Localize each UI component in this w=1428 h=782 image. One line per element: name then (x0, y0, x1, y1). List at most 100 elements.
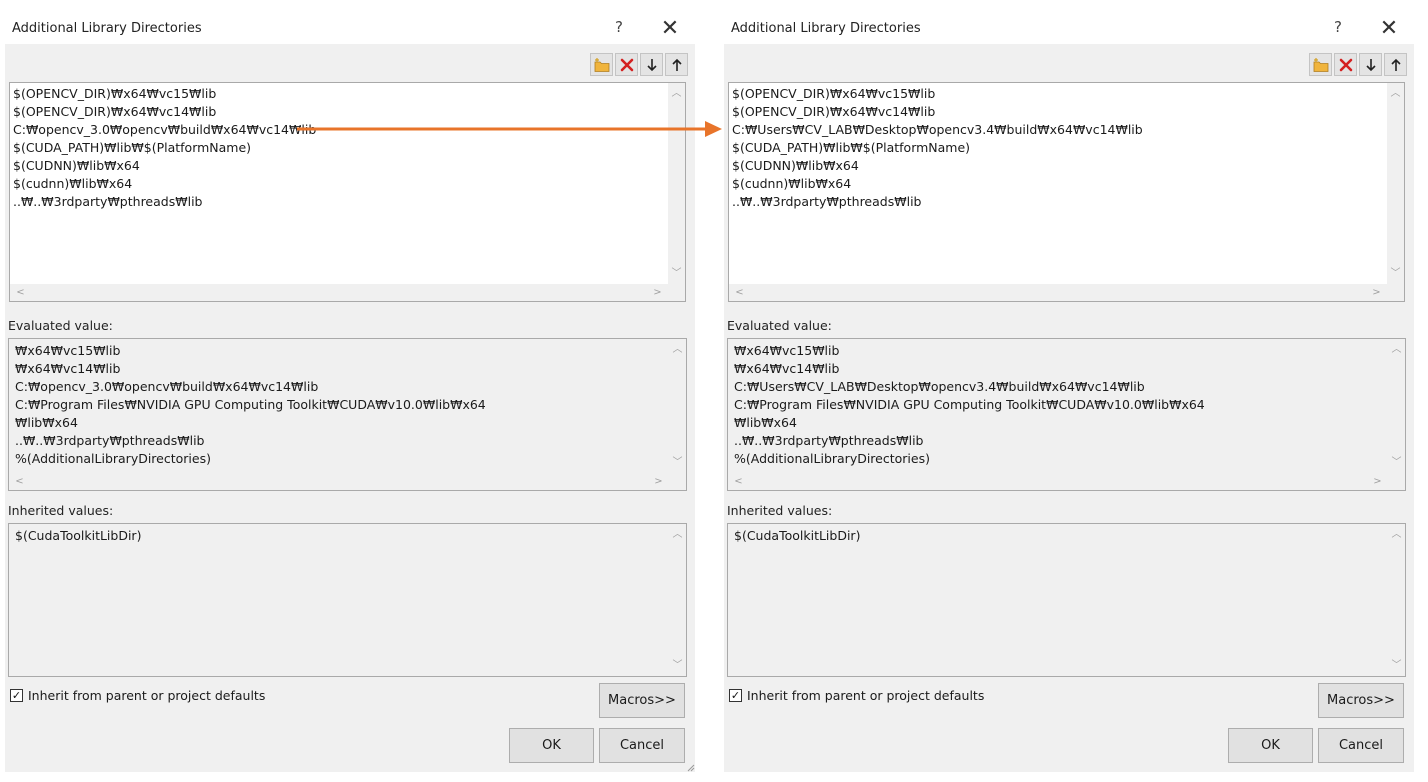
list-item[interactable]: $(CUDNN)₩lib₩x64 (732, 157, 1384, 175)
move-up-icon (1390, 58, 1401, 71)
left-dialog: Additional Library Directories ? ✕ $(OPE… (5, 0, 695, 772)
move-down-icon (1365, 58, 1376, 71)
inherit-checkbox[interactable]: ✓ (729, 689, 742, 702)
horizontal-scrollbar[interactable]: < > (9, 473, 669, 490)
horizontal-scrollbar[interactable]: < > (729, 284, 1387, 301)
list-item[interactable]: C:₩opencv_3.0₩opencv₩build₩x64₩vc14₩lib (13, 121, 665, 139)
delete-icon (620, 58, 633, 71)
delete-icon (1339, 58, 1352, 71)
inherit-checkbox-label[interactable]: Inherit from parent or project defaults (747, 688, 984, 703)
move-up-button[interactable] (665, 53, 688, 76)
list-item[interactable]: $(OPENCV_DIR)₩x64₩vc14₩lib (13, 103, 665, 121)
vertical-scrollbar[interactable]: ︿ ﹀ (1387, 83, 1404, 284)
cancel-button[interactable]: Cancel (599, 728, 685, 763)
list-item[interactable]: $(OPENCV_DIR)₩x64₩vc14₩lib (732, 103, 1384, 121)
scrollbar-corner (1387, 284, 1404, 301)
scroll-left-icon[interactable]: < (12, 284, 29, 301)
list-item[interactable]: $(CUDA_PATH)₩lib₩$(PlatformName) (732, 139, 1384, 157)
evaluated-line: C:₩opencv_3.0₩opencv₩build₩x64₩vc14₩lib (15, 379, 319, 394)
list-item[interactable]: ..₩..₩3rdparty₩pthreads₩lib (13, 193, 665, 211)
close-icon[interactable]: ✕ (655, 14, 685, 44)
directory-toolbar (590, 53, 688, 77)
right-dialog: Additional Library Directories ? ✕ $(OPE… (724, 0, 1414, 772)
new-line-button[interactable] (590, 53, 613, 76)
move-down-icon (646, 58, 657, 71)
checkmark-icon: ✓ (730, 689, 741, 702)
help-button[interactable]: ? (609, 18, 629, 40)
new-line-icon (594, 57, 609, 72)
new-line-button[interactable] (1309, 53, 1332, 76)
evaluated-line: %(AdditionalLibraryDirectories) (15, 451, 211, 466)
delete-button[interactable] (615, 53, 638, 76)
evaluated-line: C:₩Program Files₩NVIDIA GPU Computing To… (734, 397, 1205, 412)
scrollbar-corner (668, 284, 685, 301)
move-down-button[interactable] (1359, 53, 1382, 76)
list-item[interactable]: $(OPENCV_DIR)₩x64₩vc15₩lib (732, 85, 1384, 103)
evaluated-line: C:₩Users₩CV_LAB₩Desktop₩opencv3.4₩build₩… (734, 379, 1145, 394)
scroll-down-icon[interactable]: ﹀ (1387, 265, 1404, 282)
scroll-right-icon[interactable]: > (1368, 284, 1385, 301)
list-item[interactable]: ..₩..₩3rdparty₩pthreads₩lib (732, 193, 1384, 211)
scroll-left-icon[interactable]: < (731, 284, 748, 301)
move-down-button[interactable] (640, 53, 663, 76)
scroll-down-icon[interactable]: ﹀ (668, 265, 685, 282)
horizontal-scrollbar[interactable]: < > (10, 284, 668, 301)
scroll-left-icon[interactable]: < (730, 473, 747, 490)
inherited-values-box: $(CudaToolkitLibDir) ︿ ﹀ (727, 523, 1406, 677)
macros-button[interactable]: Macros>> (599, 683, 685, 718)
evaluated-line: %(AdditionalLibraryDirectories) (734, 451, 930, 466)
scroll-down-icon[interactable]: ﹀ (1388, 657, 1405, 674)
list-item[interactable]: $(cudnn)₩lib₩x64 (732, 175, 1384, 193)
vertical-scrollbar[interactable]: ︿ ﹀ (669, 339, 686, 473)
list-item[interactable]: $(cudnn)₩lib₩x64 (13, 175, 665, 193)
dialog-title: Additional Library Directories (731, 21, 921, 36)
horizontal-scrollbar[interactable]: < > (728, 473, 1388, 490)
evaluated-value-box: ₩x64₩vc15₩lib ₩x64₩vc14₩lib C:₩Users₩CV_… (727, 338, 1406, 491)
help-button[interactable]: ? (1328, 18, 1348, 40)
inherited-line: $(CudaToolkitLibDir) (734, 528, 861, 543)
list-item[interactable]: $(CUDNN)₩lib₩x64 (13, 157, 665, 175)
title-bar: Additional Library Directories ? ✕ (5, 0, 695, 44)
scroll-right-icon[interactable]: > (1369, 473, 1386, 490)
directories-list[interactable]: $(OPENCV_DIR)₩x64₩vc15₩lib $(OPENCV_DIR)… (9, 82, 686, 302)
evaluated-line: ₩x64₩vc15₩lib (734, 343, 840, 358)
macros-button[interactable]: Macros>> (1318, 683, 1404, 718)
ok-button[interactable]: OK (509, 728, 594, 763)
cancel-button[interactable]: Cancel (1318, 728, 1404, 763)
scroll-left-icon[interactable]: < (11, 473, 28, 490)
directories-list[interactable]: $(OPENCV_DIR)₩x64₩vc15₩lib $(OPENCV_DIR)… (728, 82, 1405, 302)
checkmark-icon: ✓ (11, 689, 22, 702)
scroll-down-icon[interactable]: ﹀ (669, 454, 686, 471)
list-item[interactable]: $(OPENCV_DIR)₩x64₩vc15₩lib (13, 85, 665, 103)
scroll-up-icon[interactable]: ︿ (1388, 341, 1405, 358)
vertical-scrollbar[interactable]: ︿ ﹀ (668, 83, 685, 284)
scroll-up-icon[interactable]: ︿ (669, 341, 686, 358)
scroll-up-icon[interactable]: ︿ (1388, 526, 1405, 543)
list-item[interactable]: $(CUDA_PATH)₩lib₩$(PlatformName) (13, 139, 665, 157)
inherit-checkbox[interactable]: ✓ (10, 689, 23, 702)
vertical-scrollbar[interactable]: ︿ ﹀ (1388, 339, 1405, 473)
scroll-up-icon[interactable]: ︿ (669, 526, 686, 543)
inherit-checkbox-row[interactable]: ✓ Inherit from parent or project default… (729, 688, 984, 703)
scroll-right-icon[interactable]: > (650, 473, 667, 490)
delete-button[interactable] (1334, 53, 1357, 76)
scroll-up-icon[interactable]: ︿ (668, 85, 685, 102)
inherit-checkbox-label[interactable]: Inherit from parent or project defaults (28, 688, 265, 703)
ok-button[interactable]: OK (1228, 728, 1313, 763)
scroll-down-icon[interactable]: ﹀ (669, 657, 686, 674)
evaluated-line: ..₩..₩3rdparty₩pthreads₩lib (734, 433, 924, 448)
dialog-title: Additional Library Directories (12, 21, 202, 36)
inherited-line: $(CudaToolkitLibDir) (15, 528, 142, 543)
scroll-right-icon[interactable]: > (649, 284, 666, 301)
evaluated-line: ₩x64₩vc14₩lib (15, 361, 121, 376)
resize-grip-icon[interactable] (685, 762, 695, 772)
vertical-scrollbar[interactable]: ︿ ﹀ (1388, 524, 1405, 676)
evaluated-value-box: ₩x64₩vc15₩lib ₩x64₩vc14₩lib C:₩opencv_3.… (8, 338, 687, 491)
close-icon[interactable]: ✕ (1374, 14, 1404, 44)
scroll-down-icon[interactable]: ﹀ (1388, 454, 1405, 471)
move-up-button[interactable] (1384, 53, 1407, 76)
list-item[interactable]: C:₩Users₩CV_LAB₩Desktop₩opencv3.4₩build₩… (732, 121, 1384, 139)
scroll-up-icon[interactable]: ︿ (1387, 85, 1404, 102)
inherit-checkbox-row[interactable]: ✓ Inherit from parent or project default… (10, 688, 265, 703)
vertical-scrollbar[interactable]: ︿ ﹀ (669, 524, 686, 676)
